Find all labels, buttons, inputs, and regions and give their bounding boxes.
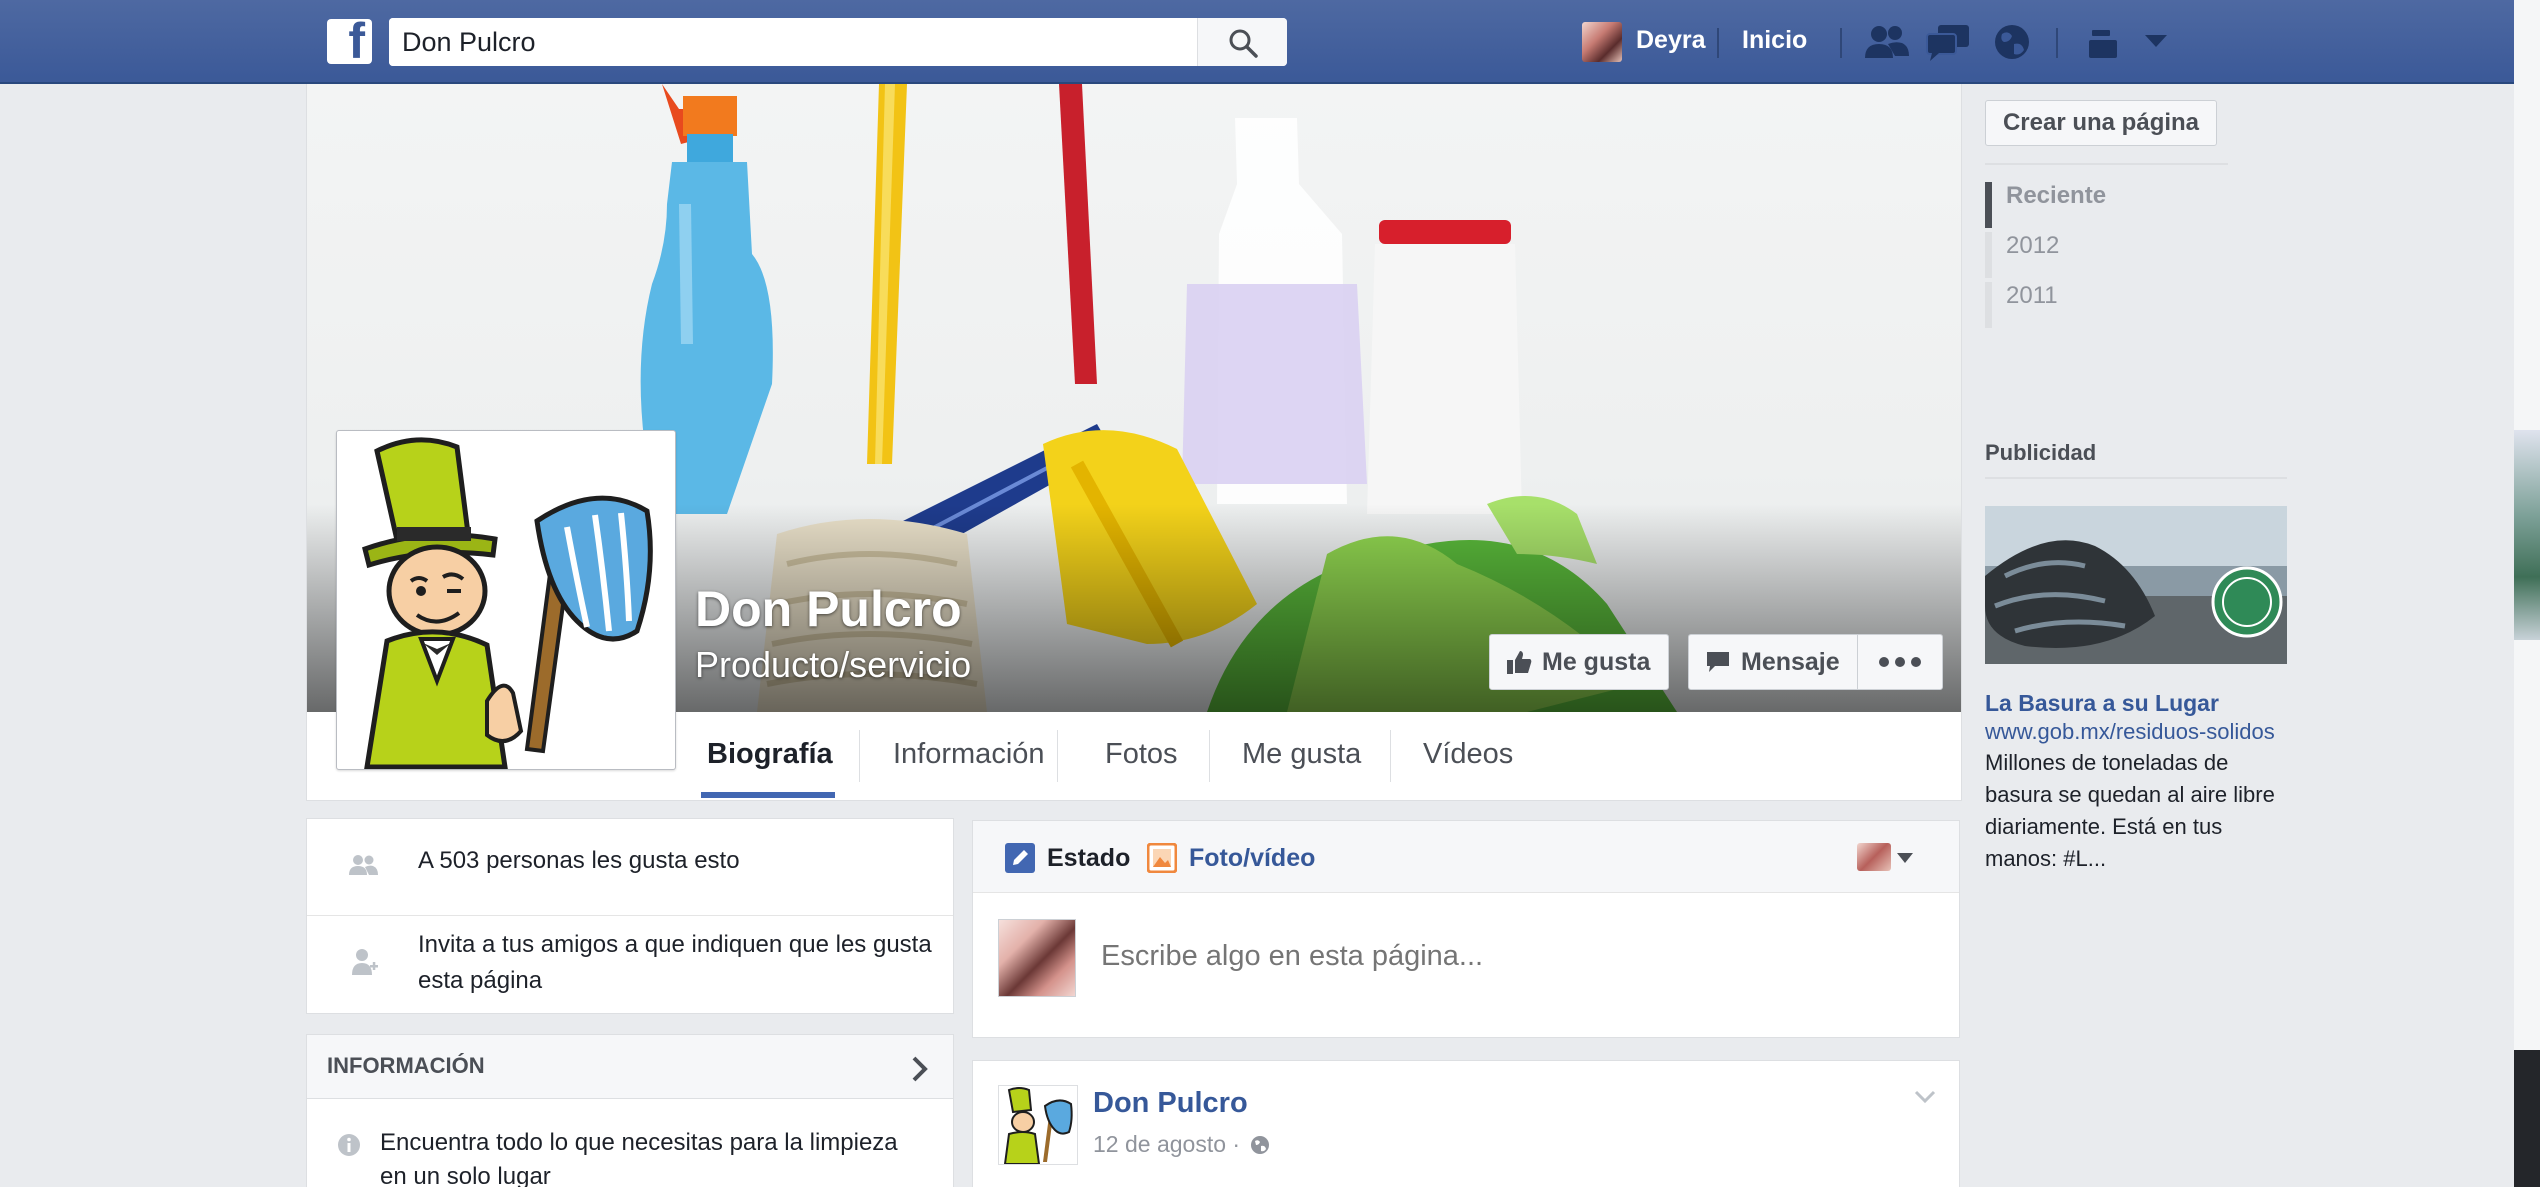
about-card: Encuentra todo lo que necesitas para la … — [306, 1098, 954, 1187]
tab-divider — [1209, 730, 1210, 782]
divider — [307, 915, 953, 916]
ad-url-link[interactable]: www.gob.mx/residuos-solidos — [1985, 719, 2275, 745]
photo-video-tab[interactable]: Foto/vídeo — [1147, 843, 1315, 873]
more-dots-icon — [1879, 657, 1921, 667]
tab-informacion[interactable]: Información — [893, 712, 1045, 801]
facebook-logo-letter: f — [348, 13, 365, 69]
info-section-header[interactable]: INFORMACIÓN — [306, 1034, 954, 1098]
post-author-link[interactable]: Don Pulcro — [1093, 1087, 1248, 1120]
likes-count-text[interactable]: A 503 personas les gusta esto — [418, 843, 740, 879]
timeline-item-recent[interactable]: Reciente — [1985, 182, 2225, 228]
adjacent-window-edge — [2514, 0, 2540, 1187]
composer-user-avatar — [998, 919, 1076, 997]
privacy-shortcuts-icon[interactable] — [2086, 22, 2120, 62]
photo-video-tab-label: Foto/vídeo — [1189, 843, 1316, 872]
timeline-item-2012[interactable]: 2012 — [1985, 232, 2225, 278]
info-section-title: INFORMACIÓN — [327, 1053, 485, 1078]
chevron-right-icon — [912, 1056, 928, 1082]
like-page-button[interactable]: Me gusta — [1489, 634, 1670, 690]
tab-me-gusta[interactable]: Me gusta — [1242, 712, 1361, 801]
home-link[interactable]: Inicio — [1742, 26, 1807, 55]
post-author-avatar[interactable] — [998, 1085, 1078, 1165]
user-name-link[interactable]: Deyra — [1636, 26, 1706, 55]
pencil-icon — [1005, 843, 1035, 873]
page-title: Don Pulcro — [695, 581, 962, 637]
post-timestamp[interactable]: 12 de agosto · — [1093, 1131, 1270, 1158]
user-avatar[interactable] — [1582, 22, 1622, 62]
tab-divider — [1390, 730, 1391, 782]
adjacent-window-dark-area — [2514, 1050, 2540, 1187]
message-button[interactable]: Mensaje — [1688, 634, 1858, 690]
thumbs-up-icon — [1507, 651, 1532, 674]
ad-title-link[interactable]: La Basura a su Lugar — [1985, 690, 2219, 717]
nav-divider — [1840, 28, 1842, 58]
invite-friends-text-cont[interactable]: esta página — [418, 963, 542, 999]
info-circle-icon — [338, 1134, 360, 1156]
page-likes-card: A 503 personas les gusta esto Invita a t… — [306, 818, 954, 1014]
status-tab-label: Estado — [1047, 843, 1131, 872]
timeline-item-2011[interactable]: 2011 — [1985, 282, 2225, 328]
invite-friends-text[interactable]: Invita a tus amigos a que indiquen que l… — [418, 927, 932, 963]
post-date-text: 12 de agosto · — [1093, 1131, 1241, 1157]
timeline-post: Don Pulcro 12 de agosto · — [972, 1060, 1960, 1187]
don-pulcro-mascot-thumbnail — [1003, 1087, 1073, 1165]
more-options-button[interactable] — [1857, 634, 1943, 690]
tab-fotos[interactable]: Fotos — [1105, 712, 1178, 801]
public-globe-icon — [1251, 1136, 1270, 1154]
status-tab[interactable]: Estado — [1005, 843, 1130, 873]
like-button-label: Me gusta — [1542, 647, 1651, 676]
posting-as-avatar[interactable] — [1857, 843, 1891, 871]
nav-divider — [2056, 28, 2058, 58]
composer-tabs: Estado Foto/vídeo — [973, 821, 1959, 893]
people-icon — [349, 855, 378, 875]
post-options-chevron-down-icon[interactable] — [1913, 1089, 1937, 1105]
divider — [1985, 163, 2228, 165]
tab-divider — [859, 730, 860, 782]
adjacent-window-image — [2514, 430, 2540, 640]
ad-garbage-beach-photo — [1985, 506, 2287, 664]
account-menu-chevron-down-icon[interactable] — [2142, 32, 2170, 50]
ads-heading: Publicidad — [1985, 440, 2097, 465]
active-tab-indicator — [701, 792, 835, 798]
nav-divider — [1717, 28, 1719, 58]
message-button-label: Mensaje — [1741, 647, 1840, 676]
photo-icon — [1147, 843, 1177, 873]
about-text: Encuentra todo lo que necesitas para la … — [380, 1129, 898, 1156]
friend-requests-icon[interactable] — [1862, 22, 1912, 62]
tab-divider — [1057, 730, 1058, 782]
messages-icon[interactable] — [1924, 22, 1972, 62]
search-box — [389, 18, 1287, 66]
don-pulcro-mascot-logo — [362, 437, 653, 770]
facebook-logo-icon[interactable]: f — [327, 13, 372, 69]
message-bubble-icon — [1707, 652, 1729, 672]
invite-friend-icon — [352, 949, 378, 975]
posting-as-chevron-down-icon[interactable] — [1895, 851, 1915, 865]
notifications-globe-icon[interactable] — [1992, 22, 2032, 62]
profile-picture[interactable] — [336, 430, 676, 770]
post-composer: Estado Foto/vídeo — [972, 820, 1960, 1038]
search-input[interactable] — [389, 18, 1197, 66]
top-navigation-bar: f Deyra Inicio — [0, 0, 2514, 84]
create-page-button[interactable]: Crear una página — [1985, 100, 2217, 146]
ad-description: Millones de toneladas de basura se queda… — [1985, 750, 2275, 871]
divider — [1985, 477, 2287, 479]
page-category[interactable]: Producto/servicio — [695, 644, 971, 686]
search-button[interactable] — [1197, 18, 1287, 66]
composer-input[interactable] — [1101, 931, 1921, 981]
about-text-cont: en un solo lugar — [380, 1163, 551, 1187]
ad-image[interactable] — [1985, 506, 2287, 664]
tab-biografia[interactable]: Biografía — [707, 712, 833, 801]
tab-videos[interactable]: Vídeos — [1423, 712, 1513, 801]
search-icon — [1229, 29, 1258, 58]
